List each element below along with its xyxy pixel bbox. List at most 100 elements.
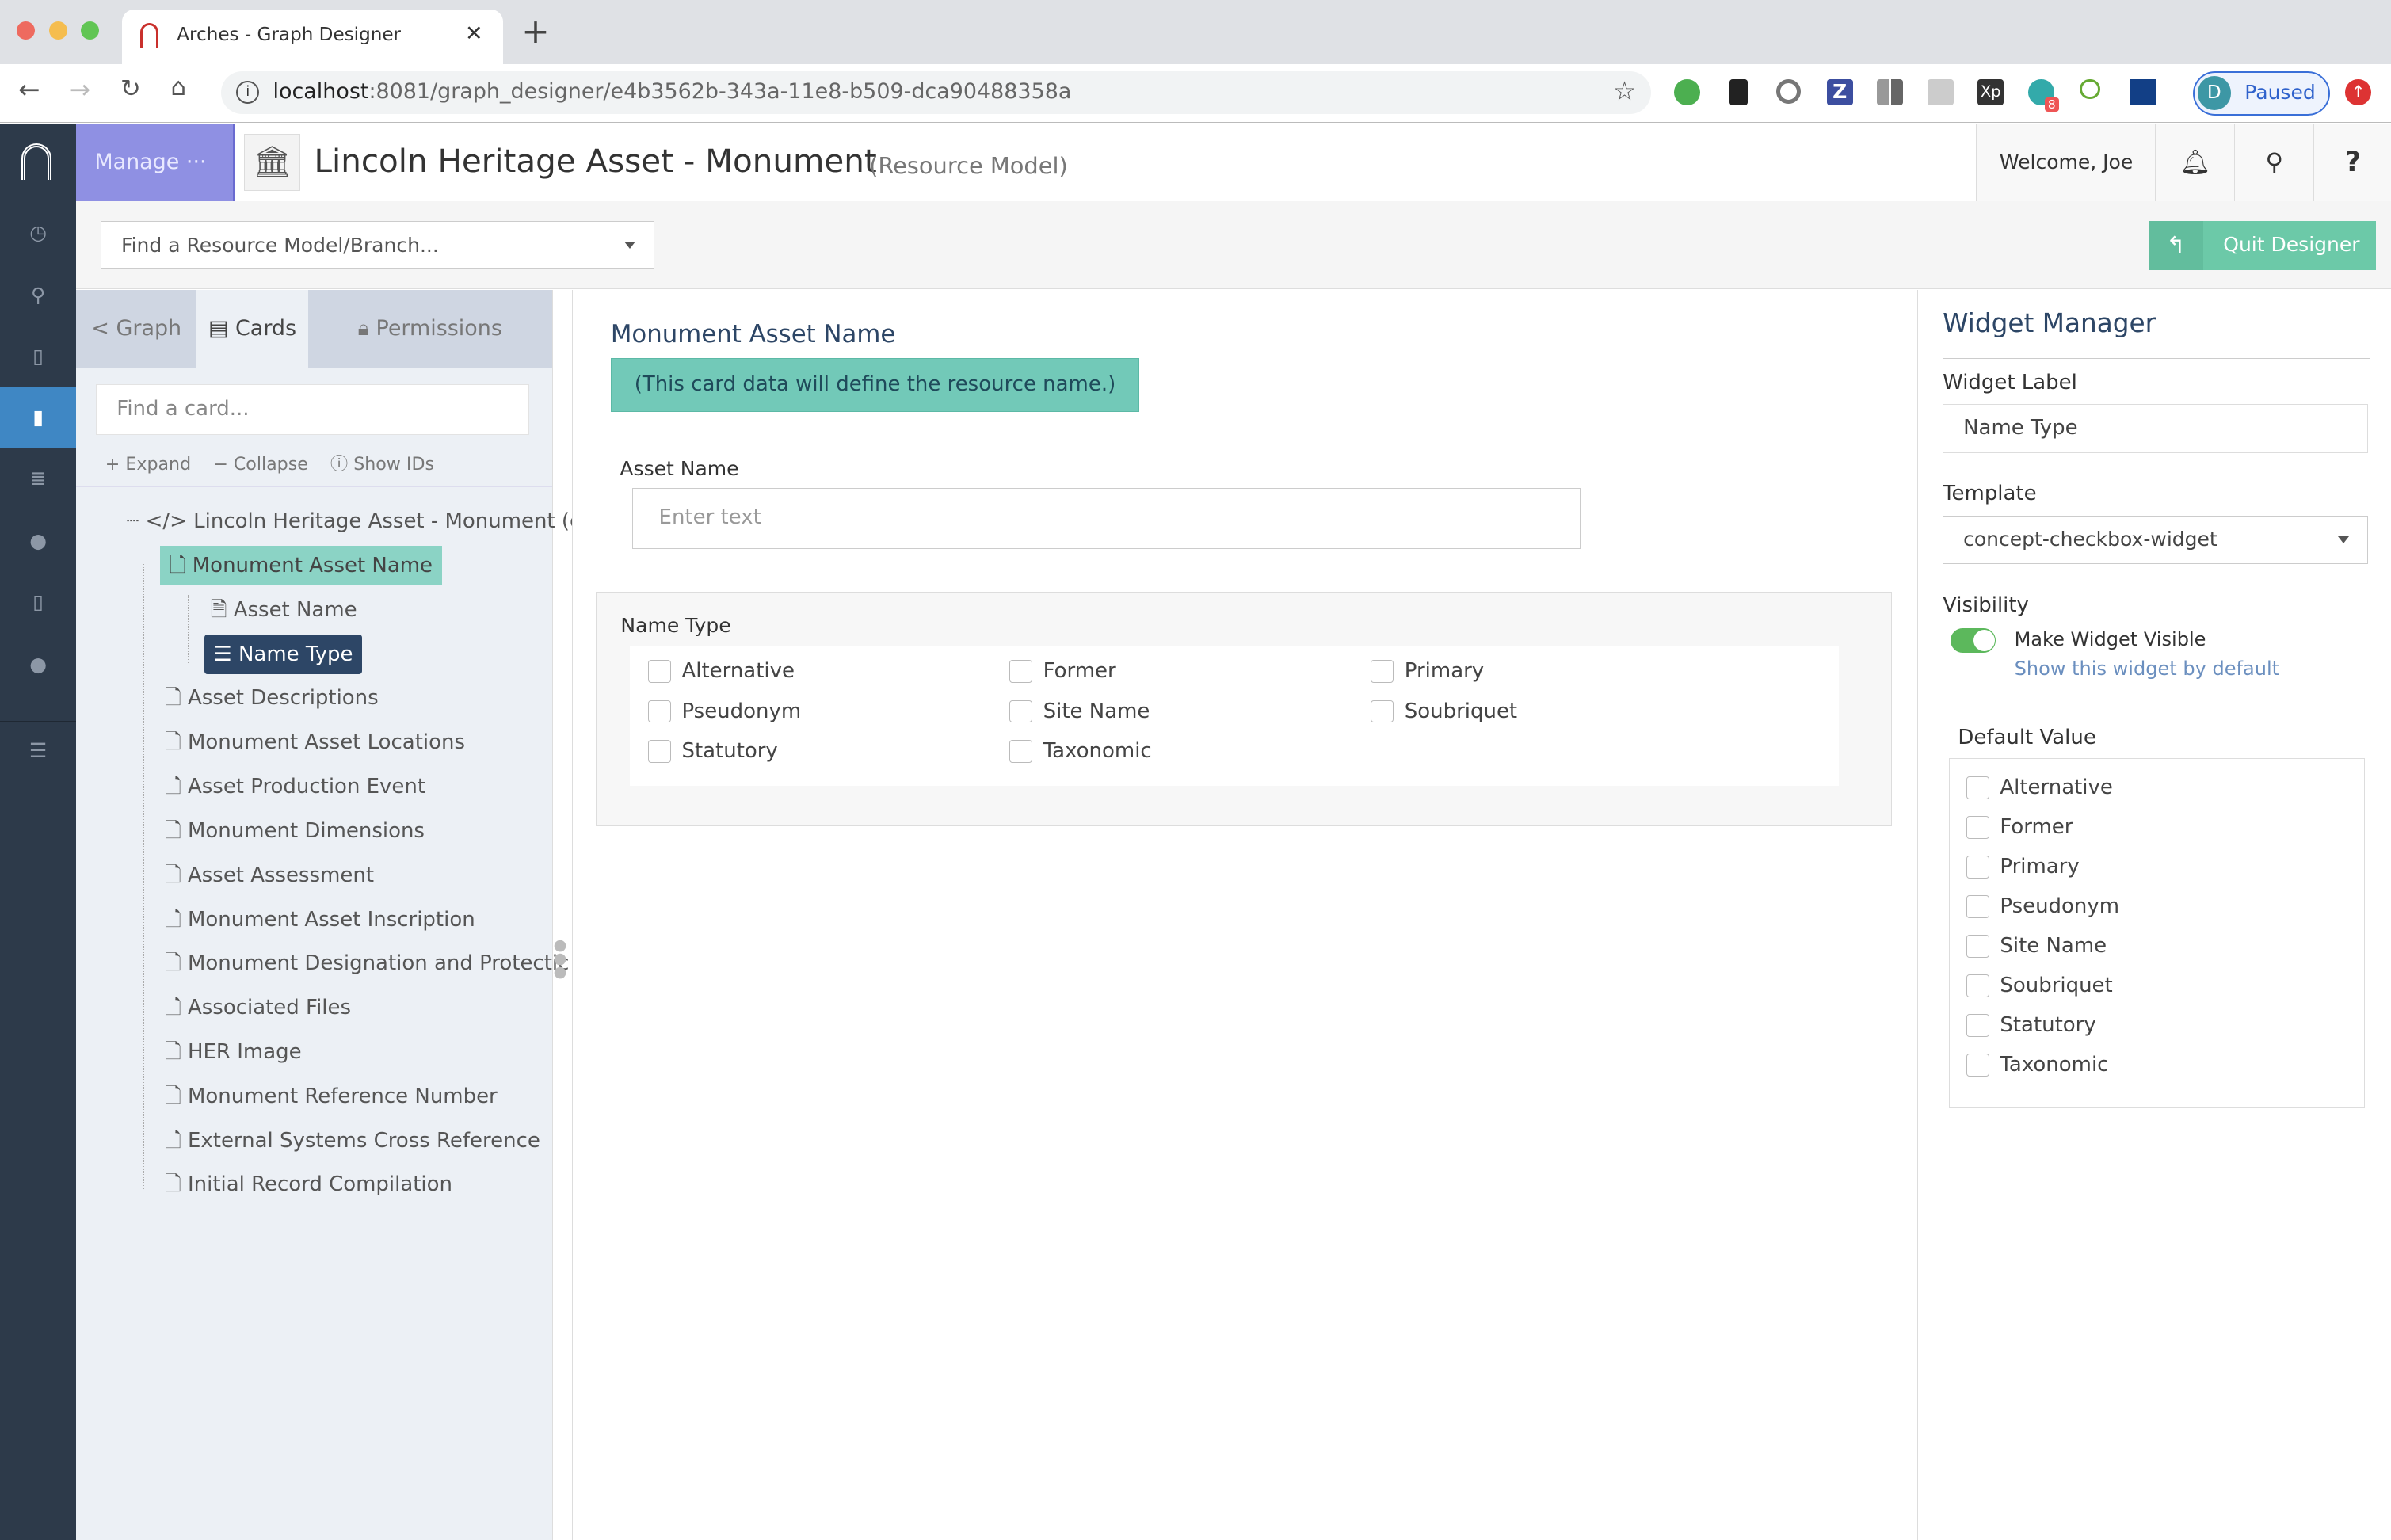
- maximize-window-button[interactable]: [81, 21, 100, 40]
- profile-button[interactable]: D Paused: [2192, 71, 2331, 116]
- update-icon[interactable]: ↑: [2345, 79, 2371, 105]
- resource-icon[interactable]: ▯: [0, 326, 76, 387]
- checkbox-box[interactable]: [1966, 815, 1989, 839]
- checkbox-box[interactable]: [648, 739, 671, 763]
- default-value-checkbox[interactable]: Taxonomic: [1966, 1053, 2108, 1077]
- tree-node-card[interactable]: 🗋 Monument Reference Number: [165, 1077, 498, 1116]
- tree-node-card[interactable]: 🗋 External Systems Cross Reference: [165, 1121, 540, 1161]
- tab-cards[interactable]: ▤ Cards: [196, 289, 308, 368]
- name-type-checkbox[interactable]: Former: [1009, 659, 1116, 684]
- search-icon[interactable]: ⚲: [0, 265, 76, 326]
- close-window-button[interactable]: [17, 21, 36, 40]
- tree-node-selected-card[interactable]: 🗋 Monument Asset Name: [160, 546, 442, 586]
- checkbox-box[interactable]: [1966, 894, 1989, 918]
- search-icon[interactable]: ⚲: [2233, 123, 2314, 202]
- tree-node-card[interactable]: 🗋 Associated Files: [165, 988, 351, 1027]
- default-value-checkbox[interactable]: Primary: [1966, 855, 2080, 879]
- back-icon[interactable]: ←: [18, 74, 40, 105]
- quit-designer-button[interactable]: ↰ Quit Designer: [2148, 221, 2376, 270]
- xp-extension-icon[interactable]: Xp: [1977, 79, 2004, 105]
- template-select[interactable]: concept-checkbox-widget: [1943, 515, 2369, 565]
- reload-icon[interactable]: ↻: [120, 74, 141, 103]
- default-value-checkbox[interactable]: Former: [1966, 815, 2073, 839]
- tree-root-node[interactable]: ┈ </> Lincoln Heritage Asset - Monument …: [127, 501, 624, 541]
- checkbox-box[interactable]: [648, 699, 671, 723]
- tree-node-card[interactable]: 🗋 Asset Production Event: [165, 767, 425, 806]
- name-type-checkbox[interactable]: Taxonomic: [1009, 739, 1152, 763]
- tree-node-card[interactable]: 🗋 Monument Designation and Protectic: [165, 943, 570, 983]
- circle-extension-icon[interactable]: [1776, 79, 1802, 105]
- default-value-checkbox[interactable]: Site Name: [1966, 934, 2107, 958]
- tree-node-card[interactable]: 🗋 Asset Assessment: [165, 856, 374, 895]
- tree-node-card[interactable]: 🗋 Initial Record Compilation: [165, 1165, 452, 1204]
- clock-icon[interactable]: ◷: [0, 203, 76, 264]
- collapse-button[interactable]: − Collapse: [213, 454, 308, 475]
- globe-icon[interactable]: ●: [0, 511, 76, 572]
- checkbox-box[interactable]: [1966, 776, 1989, 799]
- checkbox-box[interactable]: [1966, 934, 1989, 958]
- tree-node-card[interactable]: 🗋 Monument Asset Inscription: [165, 900, 475, 940]
- notifications-bell-icon[interactable]: 🔔︎: [2154, 123, 2235, 202]
- checkbox-box[interactable]: [1009, 699, 1033, 723]
- tree-node-card[interactable]: 🗋 Asset Descriptions: [165, 678, 379, 718]
- tree-node-card[interactable]: 🗋 HER Image: [165, 1032, 302, 1072]
- tree-node-widget-selected[interactable]: ☰ Name Type: [204, 634, 363, 674]
- new-tab-button[interactable]: +: [521, 12, 549, 51]
- name-type-checkbox[interactable]: Alternative: [648, 659, 795, 683]
- find-card-input[interactable]: Find a card...: [96, 384, 529, 435]
- default-value-checkbox[interactable]: Soubriquet: [1966, 974, 2113, 997]
- close-tab-icon[interactable]: ✕: [465, 21, 483, 46]
- help-button[interactable]: ?: [2313, 123, 2391, 202]
- tree-node-card[interactable]: 🗋 Monument Dimensions: [165, 811, 425, 851]
- user-icon[interactable]: ●: [0, 635, 76, 696]
- checkbox-box[interactable]: [1966, 974, 1989, 997]
- panel-resize-handle[interactable]: ● ● ●: [554, 937, 567, 984]
- find-resource-model-select[interactable]: Find a Resource Model/Branch...: [101, 221, 654, 269]
- checkbox-box[interactable]: [1966, 1014, 1989, 1037]
- easel-extension-icon[interactable]: [1729, 79, 1748, 105]
- name-type-checkbox[interactable]: Soubriquet: [1371, 699, 1517, 723]
- tab-graph[interactable]: < Graph: [76, 289, 197, 368]
- checkbox-box[interactable]: [1009, 660, 1033, 684]
- name-type-checkbox[interactable]: Site Name: [1009, 699, 1150, 723]
- manage-menu-button[interactable]: Manage ···: [76, 123, 236, 202]
- home-icon[interactable]: ⌂: [171, 73, 187, 101]
- geojson-extension-icon[interactable]: [1927, 79, 1954, 105]
- checkbox-box[interactable]: [648, 660, 671, 684]
- mobile-icon[interactable]: ▯: [0, 572, 76, 633]
- default-value-checkbox[interactable]: Statutory: [1966, 1013, 2096, 1037]
- default-value-checkbox[interactable]: Alternative: [1966, 776, 2113, 799]
- evernote-extension-icon[interactable]: [1674, 79, 1701, 105]
- name-type-checkbox[interactable]: Primary: [1371, 659, 1484, 683]
- name-type-checkbox[interactable]: Statutory: [648, 739, 778, 763]
- database-icon[interactable]: ≣: [0, 448, 76, 509]
- tab-permissions[interactable]: 🔒︎ Permissions: [307, 289, 552, 368]
- tree-node-card[interactable]: 🗋 Monument Asset Locations: [165, 722, 465, 762]
- asset-name-input[interactable]: Enter text: [631, 487, 1581, 549]
- globe-extension-icon[interactable]: [2130, 79, 2156, 105]
- grid-extension-icon[interactable]: [1877, 79, 1904, 105]
- checkbox-box[interactable]: [1009, 739, 1033, 763]
- bookmark-icon[interactable]: ▮: [0, 387, 77, 448]
- checkbox-box[interactable]: [1966, 1054, 1989, 1077]
- show-ids-button[interactable]: ⓘ Show IDs: [330, 454, 434, 475]
- name-type-checkbox[interactable]: Pseudonym: [648, 699, 801, 723]
- user-menu-button[interactable]: Welcome, Joe: [1976, 123, 2156, 202]
- checkbox-box[interactable]: [1371, 660, 1394, 684]
- visibility-toggle[interactable]: [1950, 627, 1996, 653]
- expand-button[interactable]: + Expand: [105, 454, 191, 475]
- tree-node-widget[interactable]: 🗎 Asset Name: [211, 590, 357, 630]
- browser-tab[interactable]: Arches - Graph Designer ✕: [121, 9, 504, 64]
- magnifier-extension-icon[interactable]: [2080, 79, 2100, 100]
- menu-icon[interactable]: ☰: [0, 721, 76, 782]
- checkbox-box[interactable]: [1371, 699, 1394, 723]
- z-extension-icon[interactable]: Z: [1826, 79, 1853, 105]
- default-value-checkbox[interactable]: Pseudonym: [1966, 894, 2119, 918]
- arches-logo-icon[interactable]: [21, 143, 52, 181]
- forward-icon[interactable]: →: [69, 74, 90, 105]
- url-field[interactable]: i localhost:8081/graph_designer/e4b3562b…: [221, 71, 1652, 115]
- checkbox-box[interactable]: [1966, 855, 1989, 879]
- widget-label-input[interactable]: Name Type: [1943, 404, 2369, 453]
- bookmark-star-icon[interactable]: ☆: [1613, 76, 1636, 106]
- minimize-window-button[interactable]: [48, 21, 67, 40]
